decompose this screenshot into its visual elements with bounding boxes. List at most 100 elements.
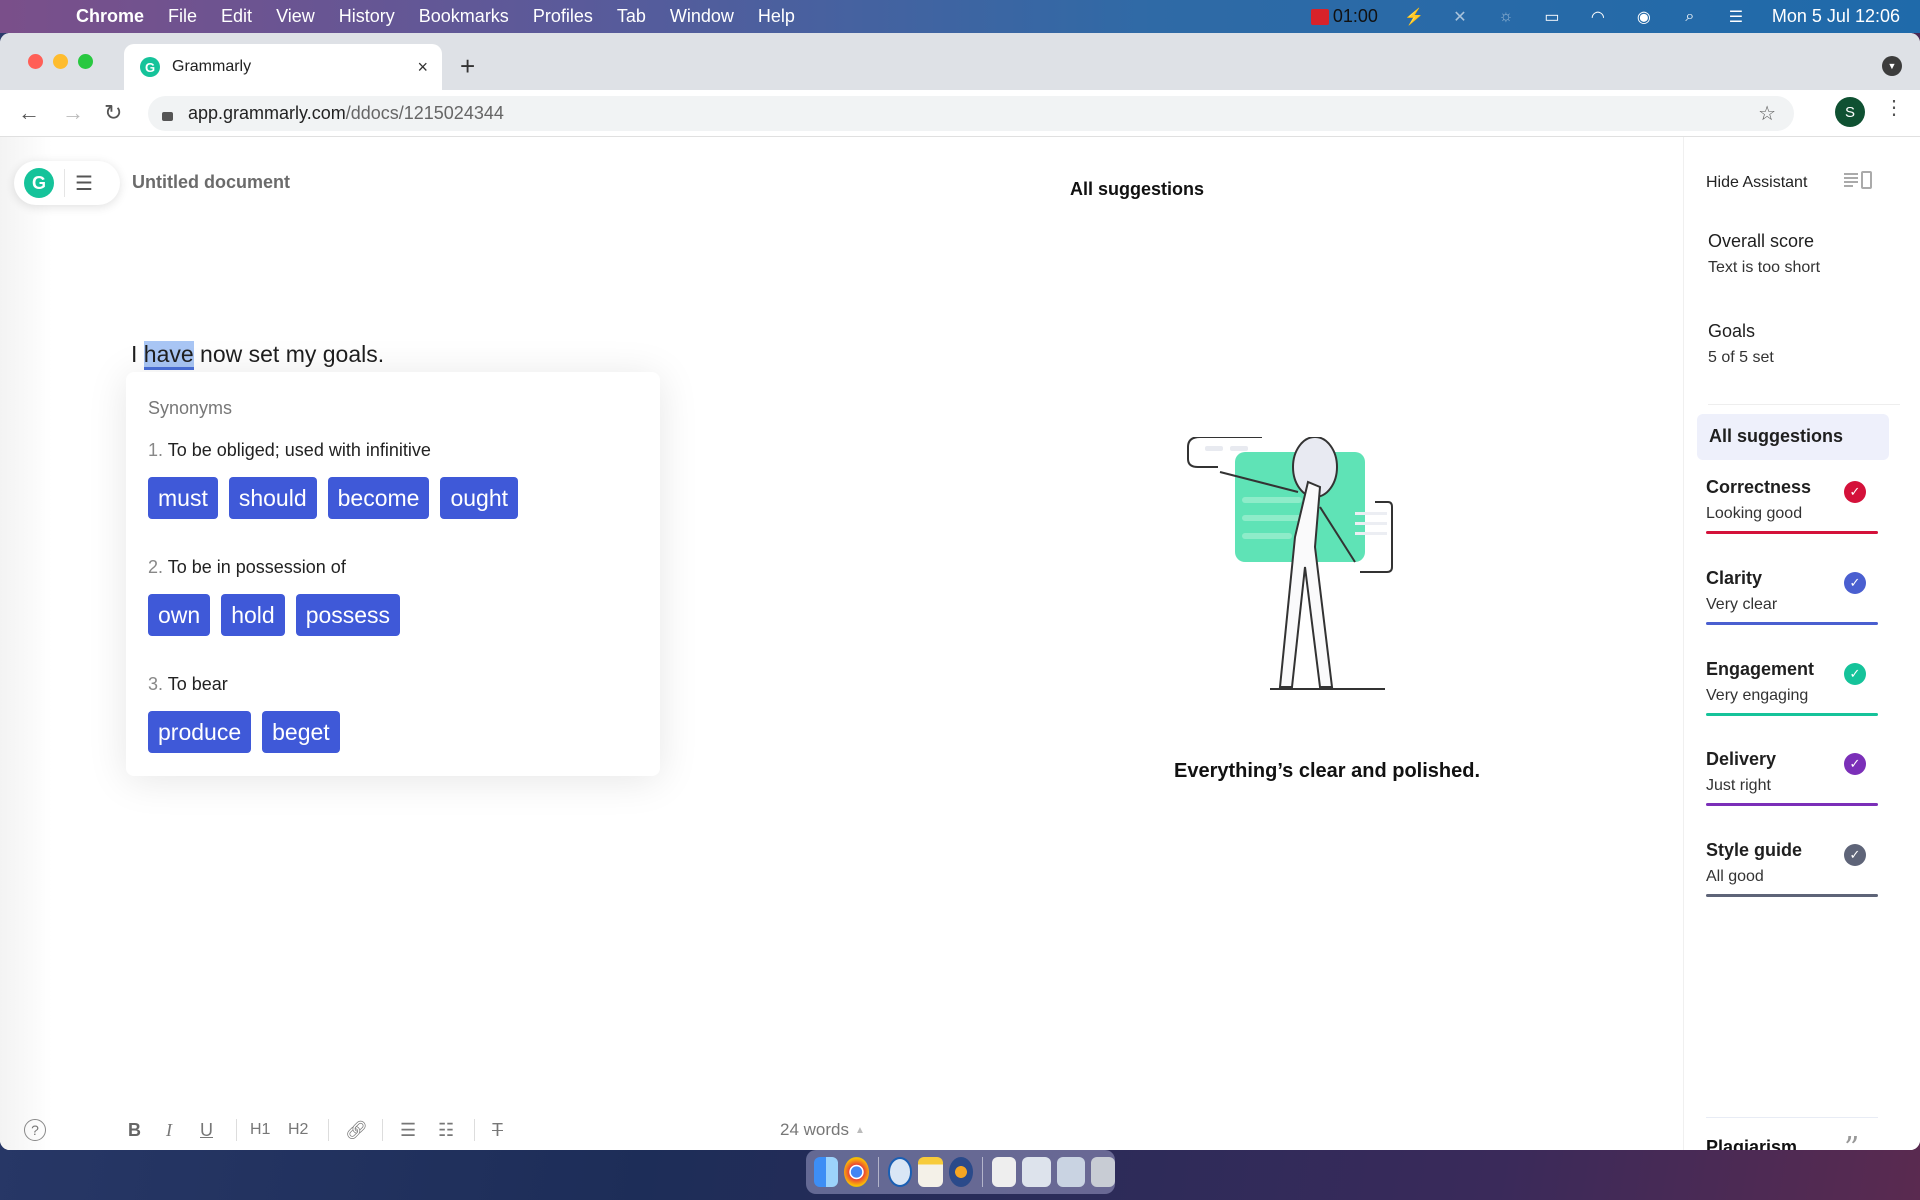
- address-bar[interactable]: app.grammarly.com/ddocs/1215024344 ☆: [148, 96, 1794, 131]
- synonyms-header: Synonyms: [148, 398, 233, 418]
- category-clarity[interactable]: Clarity Very clear ✓: [1706, 568, 1878, 648]
- 1password-icon[interactable]: [887, 1157, 913, 1187]
- control-center-icon[interactable]: ☰: [1726, 7, 1746, 27]
- synonyms-popup: Synonyms 1. To be obliged; used with inf…: [126, 372, 660, 776]
- tab-grammarly[interactable]: G Grammarly ×: [124, 44, 442, 90]
- forward-button[interactable]: →: [62, 100, 84, 126]
- selected-word[interactable]: have: [143, 341, 194, 370]
- synonym-chip[interactable]: own: [148, 594, 211, 636]
- overall-score-label[interactable]: Overall score: [1708, 231, 1814, 252]
- user-icon[interactable]: ◉: [1634, 7, 1654, 27]
- category-delivery[interactable]: Delivery Just right ✓: [1706, 749, 1878, 829]
- divider: [64, 169, 65, 197]
- category-engagement[interactable]: Engagement Very engaging ✓: [1706, 659, 1878, 739]
- synonym-chip[interactable]: ought: [440, 477, 519, 519]
- link-icon[interactable]: 🔗︎: [345, 1112, 368, 1148]
- menubar-clock[interactable]: Mon 5 Jul 12:06: [1772, 6, 1900, 27]
- spotlight-search-icon[interactable]: ⌕: [1680, 7, 1700, 27]
- menu-edit[interactable]: Edit: [221, 6, 252, 27]
- menu-window[interactable]: Window: [670, 6, 734, 27]
- menu-tab[interactable]: Tab: [617, 6, 646, 27]
- chrome-window: G Grammarly × + ▼ ← → ↻ app.grammarly.co…: [0, 33, 1920, 1150]
- minimize-window-button[interactable]: [53, 54, 68, 69]
- bolt-app-icon[interactable]: ⚡: [1404, 7, 1424, 27]
- assistant-sidebar: Hide Assistant Overall score Text is too…: [1683, 137, 1920, 1150]
- dock-divider: [982, 1157, 983, 1187]
- menu-profiles[interactable]: Profiles: [533, 6, 593, 27]
- url-text[interactable]: app.grammarly.com/ddocs/1215024344: [188, 103, 504, 124]
- bold-button[interactable]: B: [128, 1112, 141, 1148]
- synonym-chip[interactable]: become: [327, 477, 430, 519]
- panel-layout-icon[interactable]: [1844, 171, 1872, 189]
- heading1-button[interactable]: H1: [250, 1112, 270, 1148]
- category-style-guide[interactable]: Style guide All good ✓: [1706, 840, 1878, 920]
- synonym-chip-group: produce beget: [148, 711, 340, 753]
- category-correctness[interactable]: Correctness Looking good ✓: [1706, 477, 1878, 557]
- synonym-chip[interactable]: hold: [221, 594, 285, 636]
- synonym-chip[interactable]: should: [228, 477, 317, 519]
- underline-button[interactable]: U: [200, 1112, 213, 1148]
- synonym-chip[interactable]: beget: [262, 711, 340, 753]
- menu-help[interactable]: Help: [758, 6, 795, 27]
- menu-bookmarks[interactable]: Bookmarks: [419, 6, 509, 27]
- tab-search-button[interactable]: ▼: [1882, 56, 1902, 76]
- help-icon[interactable]: ?: [24, 1119, 46, 1141]
- document-body[interactable]: I have now set my goals.: [131, 341, 384, 370]
- brightness-icon[interactable]: ☼: [1496, 7, 1516, 27]
- plagiarism-button[interactable]: Plagiarism: [1706, 1137, 1797, 1150]
- menu-history[interactable]: History: [339, 6, 395, 27]
- italic-button[interactable]: I: [166, 1112, 172, 1148]
- reload-button[interactable]: ↻: [104, 100, 122, 126]
- screen-recording-indicator[interactable]: 01:00: [1310, 6, 1378, 27]
- profile-avatar[interactable]: S: [1835, 97, 1865, 127]
- grammarly-logo-icon[interactable]: G: [24, 168, 54, 198]
- hide-assistant-button[interactable]: Hide Assistant: [1706, 174, 1807, 192]
- chrome-menu-icon[interactable]: ⋮: [1884, 98, 1904, 118]
- quote-icon[interactable]: ”: [1844, 1131, 1859, 1150]
- document-title[interactable]: Untitled document: [132, 172, 290, 193]
- bulleted-list-icon[interactable]: ☷: [438, 1112, 454, 1148]
- lock-icon[interactable]: [162, 107, 174, 121]
- window-preview-icon[interactable]: [1022, 1157, 1051, 1187]
- close-window-button[interactable]: [28, 54, 43, 69]
- all-clear-illustration: [1187, 437, 1393, 690]
- wifi-icon[interactable]: ◠: [1588, 7, 1608, 27]
- check-icon: ✓: [1844, 753, 1866, 775]
- back-button[interactable]: ←: [18, 100, 40, 126]
- numbered-list-icon[interactable]: ☰: [400, 1112, 416, 1148]
- battery-icon[interactable]: ▭: [1542, 7, 1562, 27]
- close-tab-icon[interactable]: ×: [417, 57, 428, 78]
- zoom-window-button[interactable]: [78, 54, 93, 69]
- trash-icon[interactable]: [1090, 1157, 1115, 1187]
- divider: [1708, 404, 1900, 405]
- menu-app-chrome[interactable]: Chrome: [76, 6, 144, 27]
- menu-view[interactable]: View: [276, 6, 315, 27]
- notes-icon[interactable]: [918, 1157, 943, 1187]
- synonym-chip-group: own hold possess: [148, 594, 401, 636]
- menu-file[interactable]: File: [168, 6, 197, 27]
- synonym-chip[interactable]: possess: [295, 594, 401, 636]
- hamburger-menu-icon[interactable]: ☰: [75, 171, 93, 196]
- sidebar-item-all-suggestions[interactable]: All suggestions: [1697, 414, 1889, 460]
- bookmark-star-icon[interactable]: ☆: [1758, 101, 1776, 126]
- new-tab-button[interactable]: +: [460, 51, 475, 82]
- toolbar-divider: [474, 1119, 475, 1141]
- tab-strip: G Grammarly × + ▼: [0, 33, 1920, 90]
- goals-value: 5 of 5 set: [1708, 349, 1774, 366]
- bluetooth-icon[interactable]: ✕: [1450, 7, 1470, 27]
- category-bar: [1706, 713, 1878, 716]
- chrome-icon[interactable]: [844, 1157, 869, 1187]
- finder-icon[interactable]: [814, 1157, 839, 1187]
- document-icon[interactable]: [992, 1157, 1017, 1187]
- heading2-button[interactable]: H2: [288, 1112, 308, 1148]
- category-bar: [1706, 531, 1878, 534]
- tab-title: Grammarly: [172, 58, 252, 75]
- goals-label[interactable]: Goals: [1708, 321, 1755, 342]
- word-count[interactable]: 24 words ▲: [780, 1112, 865, 1148]
- window-preview-icon[interactable]: [1056, 1157, 1085, 1187]
- grammarly-menu-pill[interactable]: G ☰: [14, 161, 120, 205]
- synonym-chip[interactable]: must: [148, 477, 218, 519]
- clear-formatting-icon[interactable]: T: [492, 1112, 503, 1148]
- synonym-chip[interactable]: produce: [148, 711, 252, 753]
- bolt-app-icon[interactable]: [948, 1157, 974, 1187]
